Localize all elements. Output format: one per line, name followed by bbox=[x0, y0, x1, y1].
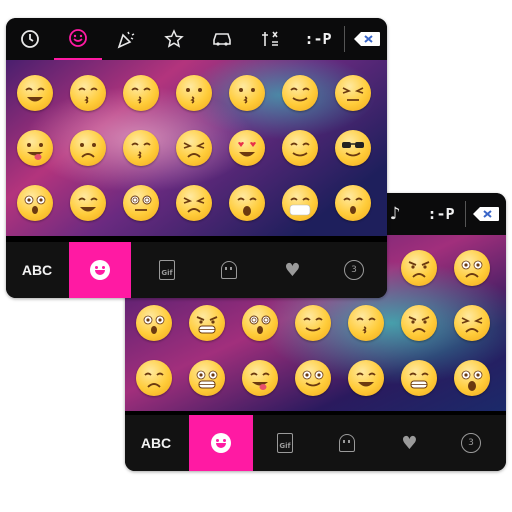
toolbar: :-P bbox=[6, 18, 387, 60]
abc-label: ABC bbox=[140, 435, 172, 451]
emoji-tab[interactable] bbox=[69, 242, 131, 298]
emoji-persevering[interactable] bbox=[176, 130, 212, 166]
gif-tab[interactable]: Gif bbox=[257, 415, 313, 471]
ghost-icon bbox=[221, 261, 237, 279]
emoji-joy-tears[interactable] bbox=[348, 360, 384, 396]
emoji-grinning[interactable] bbox=[17, 75, 53, 111]
car-tab[interactable] bbox=[198, 18, 246, 60]
smiley-icon bbox=[69, 29, 87, 47]
emoji-angry[interactable] bbox=[401, 305, 437, 341]
heart-tab[interactable]: ♥ bbox=[381, 415, 437, 471]
emoji-kissing[interactable] bbox=[123, 130, 159, 166]
star-tab[interactable] bbox=[150, 18, 198, 60]
abc-label: ABC bbox=[21, 262, 53, 278]
emoji-heart-kiss[interactable] bbox=[348, 305, 384, 341]
kaomoji-label: :-P bbox=[304, 30, 332, 48]
abc-button[interactable]: ABC bbox=[125, 415, 187, 471]
emoji-angel[interactable] bbox=[282, 75, 318, 111]
clock-icon bbox=[21, 30, 39, 48]
emoji-hypnotized[interactable] bbox=[123, 185, 159, 221]
divider bbox=[344, 26, 345, 52]
emoji-masked[interactable] bbox=[282, 185, 318, 221]
emoji-heart-eyes[interactable] bbox=[229, 130, 265, 166]
emoji-kiss-lipstick[interactable] bbox=[70, 75, 106, 111]
emoji-sad[interactable] bbox=[454, 305, 490, 341]
emoji-smiling[interactable] bbox=[295, 305, 331, 341]
smiley-icon bbox=[211, 433, 231, 453]
kaomoji-label: :-P bbox=[427, 205, 455, 223]
emoji-smirk[interactable] bbox=[282, 130, 318, 166]
symbols-tab[interactable] bbox=[246, 18, 294, 60]
emoji-tongue-out[interactable] bbox=[17, 130, 53, 166]
emoji-unamused[interactable] bbox=[335, 75, 371, 111]
kaomoji-tab[interactable]: :-P bbox=[417, 193, 465, 235]
emoji-grimace-bowtie[interactable] bbox=[401, 360, 437, 396]
backspace-icon bbox=[472, 207, 499, 221]
emoji-dizzy-eyes[interactable] bbox=[242, 305, 278, 341]
emoji-grid bbox=[6, 60, 387, 236]
emoji-love-face[interactable] bbox=[229, 75, 265, 111]
backspace-button[interactable] bbox=[346, 18, 387, 60]
emoji-pensive[interactable] bbox=[136, 360, 172, 396]
emoji-tongue-wink[interactable] bbox=[242, 360, 278, 396]
emoji-wink-bowtie[interactable] bbox=[176, 75, 212, 111]
car-icon bbox=[213, 33, 231, 46]
kaomoji-face-icon: 3 bbox=[344, 260, 364, 280]
ghost-tab[interactable] bbox=[319, 415, 375, 471]
recent-tab[interactable] bbox=[6, 18, 54, 60]
symbols-icon bbox=[262, 31, 278, 46]
bottom-bar: ABC Gif ♥ 3 bbox=[6, 242, 387, 298]
emoji-crying[interactable] bbox=[229, 185, 265, 221]
pixel-heart-icon: ♥ bbox=[401, 432, 417, 454]
smileys-tab[interactable] bbox=[54, 18, 102, 60]
kaomoji-face-icon: 3 bbox=[461, 433, 481, 453]
ghost-tab[interactable] bbox=[201, 242, 257, 298]
gif-tab[interactable]: Gif bbox=[139, 242, 195, 298]
emoji-sleepy[interactable] bbox=[335, 185, 371, 221]
kaomoji-face-tab[interactable]: 3 bbox=[443, 415, 499, 471]
emoji-furious[interactable] bbox=[189, 305, 225, 341]
kaomoji-tab[interactable]: :-P bbox=[294, 18, 342, 60]
star-icon bbox=[164, 29, 184, 48]
gif-icon: Gif bbox=[277, 433, 293, 453]
pixel-heart-icon: ♥ bbox=[284, 259, 300, 281]
emoji-blushing[interactable] bbox=[295, 360, 331, 396]
emoji-scream[interactable] bbox=[454, 360, 490, 396]
emoji-worried[interactable] bbox=[454, 250, 490, 286]
backspace-icon bbox=[353, 32, 380, 46]
keyboard-front: :-P ABC Gif ♥ 3 bbox=[6, 18, 387, 298]
emoji-surprised[interactable] bbox=[17, 185, 53, 221]
party-icon bbox=[117, 31, 135, 49]
ghost-icon bbox=[339, 434, 355, 452]
kaomoji-face-tab[interactable]: 3 bbox=[326, 242, 382, 298]
emoji-tab[interactable] bbox=[189, 415, 253, 471]
emoji-fearful[interactable] bbox=[189, 360, 225, 396]
heart-tab[interactable]: ♥ bbox=[264, 242, 320, 298]
bottom-bar: ABC Gif ♥ 3 bbox=[125, 415, 506, 471]
smiley-icon bbox=[90, 260, 110, 280]
emoji-kiss-face[interactable] bbox=[123, 75, 159, 111]
abc-button[interactable]: ABC bbox=[6, 242, 68, 298]
backspace-button[interactable] bbox=[465, 193, 506, 235]
party-tab[interactable] bbox=[102, 18, 150, 60]
gif-icon: Gif bbox=[159, 260, 175, 280]
emoji-angry-symbols[interactable] bbox=[401, 250, 437, 286]
emoji-cool[interactable] bbox=[335, 130, 371, 166]
emoji-frown[interactable] bbox=[176, 185, 212, 221]
emoji-laughing[interactable] bbox=[70, 185, 106, 221]
emoji-worried-sweat[interactable] bbox=[70, 130, 106, 166]
emoji-shocked[interactable] bbox=[136, 305, 172, 341]
